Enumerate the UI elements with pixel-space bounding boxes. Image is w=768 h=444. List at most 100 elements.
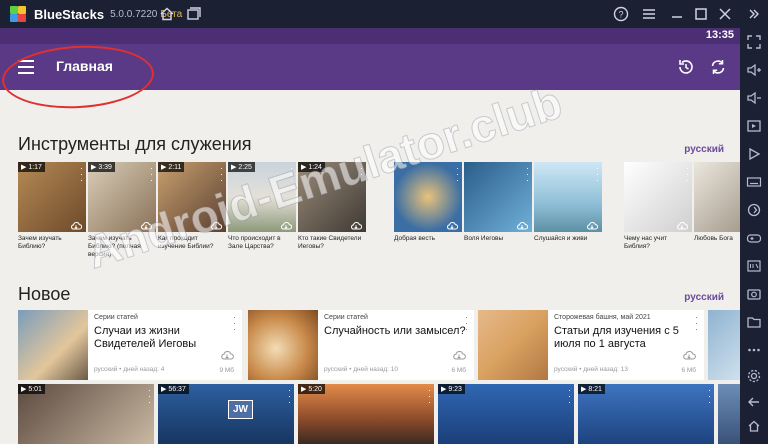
video-thumbnail[interactable]: ▶ 8:21 · · ·	[578, 384, 714, 444]
app-version: 5.0.0.7220	[110, 8, 158, 20]
article-card[interactable]: Серии статей Случаи из жизни Свидетелей И…	[18, 310, 242, 380]
download-cloud-icon[interactable]	[676, 218, 689, 230]
video-thumbnail[interactable]: ▶ 9:23 · · ·	[438, 384, 574, 444]
multi-instance-icon[interactable]	[184, 5, 202, 23]
video-caption: Зачем изучать Библию?	[18, 235, 62, 250]
back-icon[interactable]	[746, 394, 762, 410]
article-card-partial[interactable]	[708, 310, 740, 380]
video-duration-badge: ▶ 5:01	[18, 384, 45, 394]
download-cloud-icon[interactable]	[516, 218, 529, 230]
more-options-icon[interactable]: · · ·	[148, 386, 151, 407]
more-options-icon[interactable]: · · ·	[233, 313, 236, 334]
bluestacks-window: BlueStacks 5.0.0.7220 Бета ? 13:35 Главн…	[0, 0, 768, 444]
more-options-icon[interactable]: · · ·	[686, 164, 689, 185]
video-thumbnail: ▶ 2:25 · · ·	[228, 162, 296, 232]
more-options-icon[interactable]: · · ·	[360, 164, 363, 185]
minimize-icon[interactable]	[668, 5, 686, 23]
download-cloud-icon[interactable]	[140, 218, 153, 230]
tool-video-card[interactable]: · · · Слушайся и живи	[534, 162, 602, 243]
more-options-icon[interactable]: · · ·	[695, 313, 698, 334]
maximize-icon[interactable]	[692, 5, 710, 23]
menu-icon[interactable]	[640, 5, 658, 23]
video-record-icon[interactable]	[746, 118, 762, 134]
play-icon[interactable]	[746, 146, 762, 162]
video-thumbnail[interactable]: ▶ 5:20 · · ·	[298, 384, 434, 444]
more-options-icon[interactable]: · · ·	[708, 386, 711, 407]
apk-install-icon[interactable]	[746, 258, 762, 274]
more-options-icon[interactable]: · · ·	[220, 164, 223, 185]
article-card[interactable]: Сторожевая башня, май 2021 Статьи для изу…	[478, 310, 704, 380]
tool-video-card[interactable]: ▶ 1:17 · · · Зачем изучать Библию?	[18, 162, 86, 251]
tool-video-card[interactable]: · · · Воля Иеговы	[464, 162, 532, 243]
article-card[interactable]: Серии статей Случайность или замысел? русс…	[248, 310, 474, 380]
more-options-icon[interactable]: · · ·	[290, 164, 293, 185]
tool-video-card[interactable]: · · · Добрая весть	[394, 162, 462, 243]
title-bar: BlueStacks 5.0.0.7220 Бета ?	[0, 0, 768, 28]
download-cloud-icon[interactable]	[452, 348, 466, 360]
download-cloud-icon[interactable]	[210, 218, 223, 230]
video-thumbnail: ···	[464, 162, 532, 232]
close-icon[interactable]	[716, 5, 734, 23]
video-duration-badge: ▶ 1:17	[18, 162, 45, 172]
more-options-icon[interactable]: · · ·	[568, 386, 571, 407]
more-options-icon[interactable]: · · ·	[465, 313, 468, 334]
rotate-icon[interactable]	[746, 202, 762, 218]
download-cloud-icon[interactable]	[220, 348, 234, 360]
settings-icon[interactable]	[746, 368, 762, 384]
video-caption: Кто такие Свидетели Иеговы?	[298, 235, 362, 250]
tool-video-card[interactable]: ··· Любовь Бога	[694, 162, 740, 243]
gamepad-icon[interactable]	[746, 230, 762, 246]
article-category: Серии статей	[324, 314, 368, 321]
download-cloud-icon[interactable]	[280, 218, 293, 230]
collapse-sidebar-icon[interactable]	[744, 5, 762, 23]
video-duration-badge: ▶ 3:39	[88, 162, 115, 172]
volume-down-icon[interactable]	[746, 90, 762, 106]
android-home-icon[interactable]	[746, 418, 762, 434]
keyboard-icon[interactable]	[746, 174, 762, 190]
tool-video-card[interactable]: ▶ 3:39 · · · Зачем изучать Библию? (полная в…	[88, 162, 156, 259]
tools-section-title: Инструменты для служения	[18, 134, 252, 154]
download-cloud-icon[interactable]	[350, 218, 363, 230]
video-caption: Любовь Бога	[694, 235, 733, 242]
more-icon[interactable]	[746, 342, 762, 358]
volume-up-icon[interactable]	[746, 62, 762, 78]
tool-video-card[interactable]: ▶ 2:11 · · · Как проходит изучение Библии?	[158, 162, 226, 251]
download-cloud-icon[interactable]	[586, 218, 599, 230]
download-cloud-icon[interactable]	[682, 348, 696, 360]
article-category: Сторожевая башня, май 2021	[554, 314, 651, 321]
tool-video-card[interactable]: ▶ 1:24 · · · Кто такие Свидетели Иеговы?	[298, 162, 366, 251]
more-options-icon[interactable]: · · ·	[596, 164, 599, 185]
bluestacks-logo-icon	[8, 4, 28, 24]
help-icon[interactable]: ?	[612, 5, 630, 23]
video-thumbnail: ···	[694, 162, 740, 232]
more-options-icon[interactable]: · · ·	[80, 164, 83, 185]
more-options-icon[interactable]: · · ·	[456, 164, 459, 185]
download-cloud-icon[interactable]	[446, 218, 459, 230]
article-size: 6 Мб	[451, 367, 466, 374]
more-options-icon[interactable]: · · ·	[428, 386, 431, 407]
home-icon[interactable]	[158, 5, 176, 23]
article-size: 6 Мб	[681, 367, 696, 374]
video-caption: Зачем изучать Библию? (полная версия)	[88, 235, 141, 258]
video-thumbnail[interactable]: ▶ 5:01 · · ·	[18, 384, 154, 444]
screenshot-icon[interactable]	[746, 286, 762, 302]
app-name: BlueStacks	[34, 6, 105, 22]
new-section-title: Новое	[18, 284, 71, 304]
more-options-icon[interactable]: · · ·	[526, 164, 529, 185]
sync-icon[interactable]	[708, 57, 728, 77]
tool-video-card[interactable]: ▶ 2:25 · · · Что происходит в Зале Царства?	[228, 162, 296, 251]
tools-language-link[interactable]: русский	[684, 144, 724, 155]
article-size: 9 Мб	[219, 367, 234, 374]
new-language-link[interactable]: русский	[684, 292, 724, 303]
tool-video-card[interactable]: · · · Чему нас учит Библия?	[624, 162, 692, 251]
video-thumbnail: ▶ 1:24 · · ·	[298, 162, 366, 232]
fullscreen-icon[interactable]	[746, 34, 762, 50]
download-cloud-icon[interactable]	[70, 218, 83, 230]
history-icon[interactable]	[676, 57, 696, 77]
more-options-icon[interactable]: · · ·	[150, 164, 153, 185]
more-options-icon[interactable]: · · ·	[288, 386, 291, 407]
video-thumbnail[interactable]	[718, 384, 740, 444]
video-caption: Как проходит изучение Библии?	[158, 235, 214, 250]
video-thumbnail[interactable]: ▶ 56:37 JW · · ·	[158, 384, 294, 444]
folder-icon[interactable]	[746, 314, 762, 330]
